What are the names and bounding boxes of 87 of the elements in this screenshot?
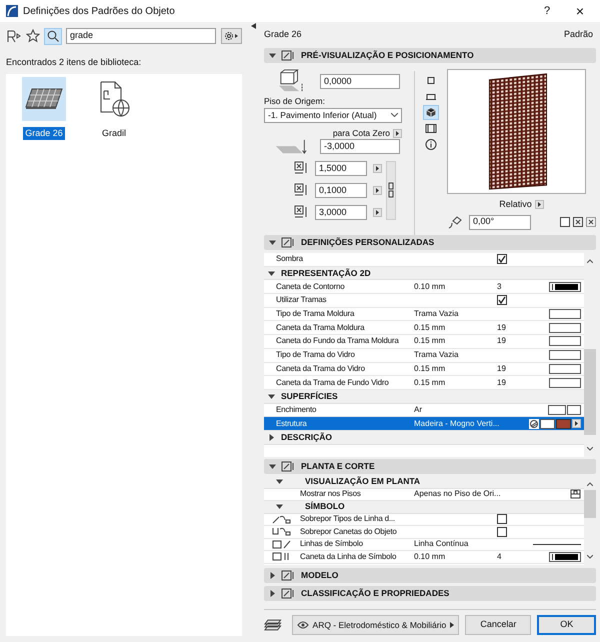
property-value: Trama Vazia [414, 350, 458, 360]
property-name: Enchimento [276, 404, 316, 414]
zero-elevation-field[interactable]: -3,0000 [320, 139, 400, 154]
property-name: Caneta da Trama Moldura [276, 322, 364, 332]
section-title: CLASSIFICAÇÃO E PROPRIEDADES [301, 587, 450, 600]
group-row[interactable]: VISUALIZAÇÃO EM PLANTA [264, 476, 584, 488]
group-heading: SUPERFÍCIES [281, 390, 338, 403]
pen-number: 19 [497, 362, 506, 375]
property-name: Caneta da Trama de Fundo Vidro [276, 378, 389, 387]
section-title: PLANTA E CORTE [301, 460, 375, 473]
group-heading: REPRESENTAÇÃO 2D [281, 266, 371, 280]
property-value: 0.15 mm [414, 322, 446, 332]
property-name: Estrutura [276, 418, 307, 428]
property-name: Caneta da Linha de Símbolo [300, 552, 396, 561]
object-name: Grade 26 [264, 28, 302, 42]
ok-button[interactable]: OK [537, 615, 596, 635]
library-item-label[interactable]: Gradil [100, 126, 128, 140]
settings-name: Padrão [564, 28, 593, 42]
pen-number: 19 [497, 322, 506, 334]
group-row[interactable]: REPRESENTAÇÃO 2D [264, 266, 584, 280]
property-row[interactable]: Caneta da Trama de Fundo Vidro 0.15 mm 19 [264, 376, 584, 390]
field-label: Piso de Origem: [264, 97, 326, 106]
property-row[interactable]: Caneta de Contorno 0.10 mm 3 [264, 280, 584, 294]
angle-field[interactable]: 0,00° [469, 214, 531, 230]
property-row[interactable]: Tipo de Trama Moldura Trama Vazia [264, 308, 584, 322]
property-value: Madeira - Mogno Verti... [414, 418, 500, 428]
section-title: MODELO [301, 569, 338, 582]
property-name: Caneta do Fundo da Trama Moldura [276, 336, 399, 346]
section-title: PRÉ-VISUALIZAÇÃO E POSICIONAMENTO [301, 49, 474, 62]
results-count: Encontrados 2 itens de biblioteca: [6, 56, 142, 69]
pen-number: 19 [497, 335, 506, 348]
property-row[interactable]: Utilizar Tramas [264, 294, 584, 308]
property-name: Sombra [276, 254, 303, 264]
group-heading: SÍMBOLO [305, 500, 345, 514]
field-label: para Cota Zero [332, 128, 390, 138]
property-value: Trama Vazia [414, 309, 458, 318]
section-header[interactable]: PRÉ-VISUALIZAÇÃO E POSICIONAMENTO [264, 48, 596, 63]
property-value: 0.15 mm [414, 364, 446, 373]
property-value: 0.15 mm [414, 378, 446, 387]
origin-dropdown[interactable]: -1. Pavimento Inferior (Atual) [264, 108, 402, 122]
library-item-label[interactable]: Grade 26 [23, 126, 65, 140]
property-name: Sobrepor Tipos de Linha d... [300, 514, 395, 524]
property-name: Mostrar nos Pisos [300, 489, 361, 498]
cancel-button[interactable]: Cancelar [465, 615, 532, 635]
property-row[interactable]: Estrutura Madeira - Mogno Verti... [264, 417, 584, 431]
property-row[interactable]: Caneta da Trama Moldura 0.15 mm 19 [264, 321, 584, 336]
width-field[interactable]: 1,5000 [315, 160, 367, 176]
property-name: Caneta da Trama do Vidro [276, 364, 365, 373]
section-header[interactable]: PLANTA E CORTE [264, 459, 596, 474]
help-button[interactable]: ? [533, 2, 561, 20]
property-value: Linha Contínua [414, 539, 468, 548]
property-name: Caneta de Contorno [276, 282, 344, 291]
pen-number: 4 [497, 550, 502, 563]
group-row[interactable]: SUPERFÍCIES [264, 390, 584, 404]
window-title: Definições dos Padrões do Objeto [23, 4, 175, 18]
group-heading: DESCRIÇÃO [281, 430, 332, 444]
search-field[interactable]: grade [66, 28, 216, 44]
group-row[interactable]: SÍMBOLO [264, 501, 584, 514]
group-row[interactable]: DESCRIÇÃO [264, 430, 584, 445]
property-row[interactable]: Caneta do Fundo da Trama Moldura 0.15 mm 19 [264, 335, 584, 349]
property-value: Ar [414, 404, 422, 414]
property-value: 0.10 mm [414, 552, 446, 561]
property-row[interactable]: Sombra [264, 253, 584, 267]
property-row[interactable]: Enchimento Ar [264, 404, 584, 418]
section-title: DEFINIÇÕES PERSONALIZADAS [301, 236, 434, 249]
height-field[interactable]: 3,0000 [315, 204, 367, 220]
depth-field[interactable]: 0,1000 [315, 182, 367, 198]
property-row[interactable]: Caneta da Trama do Vidro 0.15 mm 19 [264, 362, 584, 376]
property-name: Sobrepor Canetas do Objeto [300, 526, 397, 536]
layer-dropdown[interactable]: ARQ - Eletrodoméstico & Mobiliário [292, 615, 460, 635]
section-header[interactable]: MODELO [264, 568, 596, 583]
property-name: Utilizar Tramas [276, 295, 326, 304]
close-button[interactable]: × [566, 0, 594, 22]
property-value: Apenas no Piso de Ori... [414, 489, 501, 498]
property-name: Tipo de Trama Moldura [276, 309, 354, 318]
section-header[interactable]: CLASSIFICAÇÃO E PROPRIEDADES [264, 586, 596, 601]
section-header[interactable]: DEFINIÇÕES PERSONALIZADAS [264, 235, 596, 250]
property-name: Tipo de Trama do Vidro [276, 350, 355, 360]
property-name: Linhas de Símbolo [300, 539, 363, 548]
property-value: 0.10 mm [414, 282, 446, 291]
property-value: 0.15 mm [414, 336, 446, 346]
elevation-field[interactable]: 0,0000 [320, 74, 400, 88]
pen-number: 3 [497, 280, 502, 293]
property-row[interactable]: Tipo de Trama do Vidro Trama Vazia [264, 348, 584, 362]
field-label: Relativo [499, 198, 532, 211]
pen-number: 19 [497, 376, 506, 389]
group-heading: VISUALIZAÇÃO EM PLANTA [305, 476, 420, 488]
